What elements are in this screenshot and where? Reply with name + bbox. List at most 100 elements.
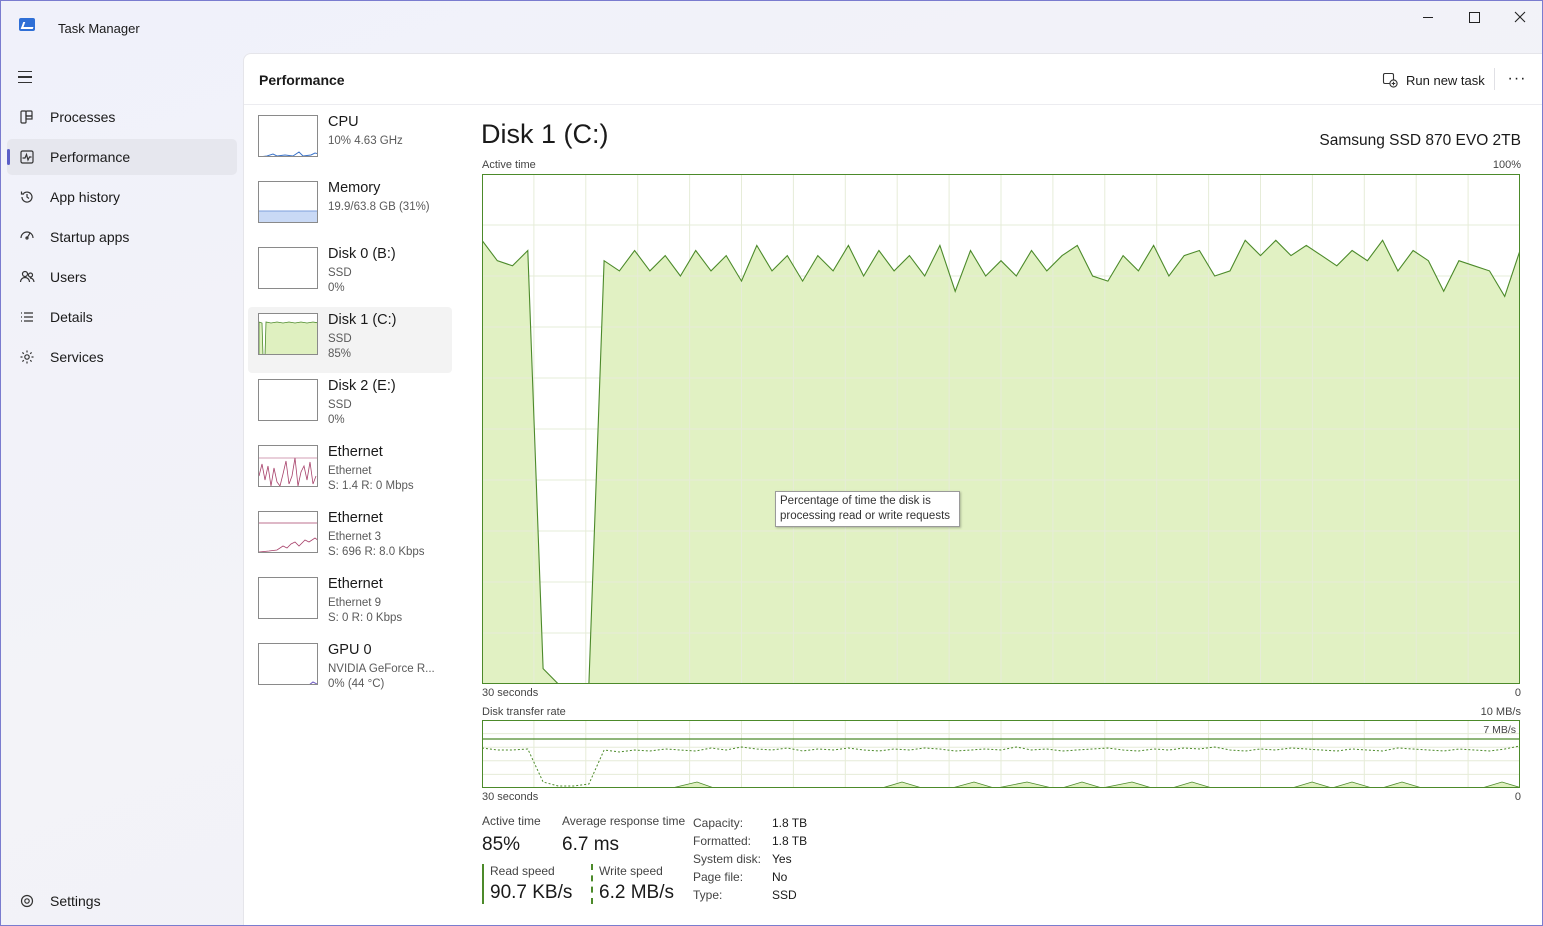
nav-item-performance[interactable]: Performance <box>7 139 237 175</box>
device-detail-line-2: S: 0 R: 0 Kbps <box>328 612 403 624</box>
thumbnail-graph <box>259 522 317 552</box>
device-detail-line-1: 19.9/63.8 GB (31%) <box>328 201 430 213</box>
users-icon <box>19 269 35 285</box>
nav-item-app-history[interactable]: App history <box>7 179 237 215</box>
property-row: Type: SSD <box>693 886 807 904</box>
property-row: Formatted: 1.8 TB <box>693 832 807 850</box>
nav-label: App history <box>50 189 121 205</box>
device-item-disk2[interactable]: Disk 2 (E:) SSD 0% <box>248 373 452 439</box>
nav-item-services[interactable]: Services <box>7 339 237 375</box>
header-divider <box>244 104 1542 105</box>
stat-read-speed: Read speed 90.7 KB/s <box>482 864 572 904</box>
transfer-rate-chart[interactable] <box>482 720 1520 788</box>
chart-tooltip: Percentage of time the disk is processin… <box>775 491 960 527</box>
device-detail: Ethernet S: 1.4 R: 0 Mbps <box>328 464 414 494</box>
device-item-eth3[interactable]: Ethernet Ethernet 9 S: 0 R: 0 Kbps <box>248 571 452 637</box>
property-key: Capacity: <box>693 816 744 830</box>
device-name: Memory <box>328 180 381 196</box>
device-item-disk0[interactable]: Disk 0 (B:) SSD 0% <box>248 241 452 307</box>
device-detail-line-2: 85% <box>328 348 352 360</box>
nav-item-startup-apps[interactable]: Startup apps <box>7 219 237 255</box>
stat-value: 6.2 MB/s <box>599 882 674 903</box>
close-button[interactable] <box>1497 1 1542 33</box>
device-thumbnail <box>258 511 318 553</box>
device-detail-line-2: S: 696 R: 8.0 Kbps <box>328 546 425 558</box>
property-key: System disk: <box>693 852 762 866</box>
stat-label: Active time <box>482 814 541 828</box>
device-name: Ethernet <box>328 510 383 526</box>
nav-label: Details <box>50 309 93 325</box>
property-value: 1.8 TB <box>772 834 808 848</box>
device-detail: Ethernet 3 S: 696 R: 8.0 Kbps <box>328 530 425 560</box>
device-detail: 10% 4.63 GHz <box>328 134 403 149</box>
services-icon <box>19 349 35 365</box>
active-time-chart[interactable] <box>482 174 1520 684</box>
performance-icon <box>19 149 35 165</box>
thumbnail-graph <box>259 457 317 486</box>
nav-item-details[interactable]: Details <box>7 299 237 335</box>
gear-icon <box>19 893 35 909</box>
navigation-pane: Processes Performance App history Startu… <box>1 53 243 925</box>
device-detail-line-2: 0% <box>328 414 345 426</box>
device-thumbnail <box>258 181 318 223</box>
device-thumbnail <box>258 643 318 685</box>
device-thumbnail <box>258 247 318 289</box>
write-speed-legend-line <box>591 864 593 904</box>
device-thumbnail <box>258 379 318 421</box>
close-icon <box>1514 11 1526 23</box>
device-item-cpu[interactable]: CPU 10% 4.63 GHz <box>248 109 452 175</box>
device-detail: SSD 85% <box>328 332 352 362</box>
transfer-scale-label: 7 MB/s <box>1483 724 1516 736</box>
transfer-rate-label: Disk transfer rate <box>482 706 566 718</box>
hamburger-menu-icon[interactable] <box>15 67 37 87</box>
new-task-icon <box>1382 72 1398 88</box>
performance-panel: Performance Run new task ··· CPU 10% 4.63… <box>243 53 1542 925</box>
nav-label: Processes <box>50 109 116 125</box>
thumbnail-graph <box>259 248 318 289</box>
property-value: No <box>772 870 788 884</box>
read-speed-legend-line <box>482 864 484 904</box>
device-thumbnail <box>258 445 318 487</box>
axis2-right-label: 0 <box>1514 791 1521 803</box>
run-new-task-label: Run new task <box>1406 72 1485 88</box>
device-thumbnail <box>258 577 318 619</box>
minimize-button[interactable] <box>1405 1 1451 33</box>
device-item-mem[interactable]: Memory 19.9/63.8 GB (31%) <box>248 175 452 241</box>
device-detail-line-1: Ethernet <box>328 465 372 477</box>
nav-label: Users <box>50 269 87 285</box>
device-item-eth1[interactable]: Ethernet Ethernet S: 1.4 R: 0 Mbps <box>248 439 452 505</box>
device-detail-line-1: SSD <box>328 399 352 411</box>
device-detail-line-1: NVIDIA GeForce R... <box>328 663 435 675</box>
device-thumbnail <box>258 115 318 157</box>
property-row: Capacity: 1.8 TB <box>693 814 807 832</box>
axis-left-label: 30 seconds <box>482 687 539 699</box>
device-item-eth2[interactable]: Ethernet Ethernet 3 S: 696 R: 8.0 Kbps <box>248 505 452 571</box>
nav-label: Services <box>50 349 104 365</box>
device-detail: SSD 0% <box>328 398 352 428</box>
stat-value: 90.7 KB/s <box>490 882 573 903</box>
nav-item-settings[interactable]: Settings <box>7 883 237 919</box>
stat-label: Read speed <box>490 864 555 878</box>
device-name: Ethernet <box>328 444 383 460</box>
device-detail-line-1: SSD <box>328 267 352 279</box>
device-item-disk1[interactable]: Disk 1 (C:) SSD 85% <box>248 307 452 373</box>
device-detail-line-1: Ethernet 9 <box>328 597 382 609</box>
transfer-rate-max: 10 MB/s <box>1480 706 1521 718</box>
device-detail: Ethernet 9 S: 0 R: 0 Kbps <box>328 596 402 626</box>
processes-icon <box>19 109 35 125</box>
axis2-left-label: 30 seconds <box>482 791 539 803</box>
device-name: CPU <box>328 114 359 130</box>
property-key: Type: <box>693 888 723 902</box>
device-title: Disk 1 (C:) <box>481 119 609 149</box>
nav-item-processes[interactable]: Processes <box>7 99 237 135</box>
nav-item-users[interactable]: Users <box>7 259 237 295</box>
device-detail-line-2: 0% <box>328 282 345 294</box>
device-name: Ethernet <box>328 576 383 592</box>
device-detail-line-1: SSD <box>328 333 352 345</box>
thumbnail-graph <box>259 380 318 421</box>
run-new-task-button[interactable]: Run new task <box>1382 70 1485 90</box>
maximize-button[interactable] <box>1451 1 1497 33</box>
more-options-button[interactable]: ··· <box>1502 66 1532 92</box>
device-item-gpu[interactable]: GPU 0 NVIDIA GeForce R... 0% (44 °C) <box>248 637 452 703</box>
device-detail-line-1: 10% 4.63 GHz <box>328 135 403 147</box>
